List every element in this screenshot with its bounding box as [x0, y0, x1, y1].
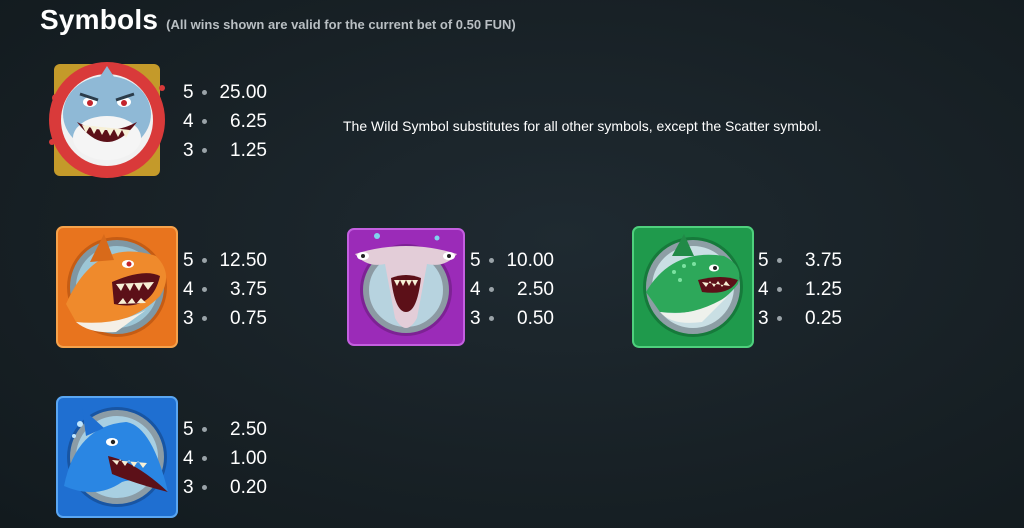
payout-count: 4 — [183, 279, 194, 300]
payout-count: 4 — [470, 279, 481, 300]
bullet-dot — [202, 316, 207, 321]
payout-value: 0.75 — [230, 308, 267, 329]
payout-row: 3 0.25 — [758, 304, 842, 333]
bullet-dot — [489, 258, 494, 263]
payout-table: 5 3.75 4 1.25 3 0.25 — [758, 246, 842, 333]
payout-value: 10.00 — [506, 250, 554, 271]
payout-value: 1.25 — [805, 279, 842, 300]
bet-info-subtitle: (All wins shown are valid for the curren… — [166, 17, 516, 32]
payout-value: 1.25 — [230, 140, 267, 161]
payout-count: 3 — [183, 477, 194, 498]
bullet-dot — [202, 258, 207, 263]
payout-count: 3 — [758, 308, 769, 329]
payout-table: 5 12.50 4 3.75 3 0.75 — [183, 246, 267, 333]
bullet-dot — [202, 287, 207, 292]
payout-table: 5 25.00 4 6.25 3 1.25 — [183, 78, 267, 165]
payout-count: 4 — [183, 448, 194, 469]
bullet-dot — [202, 119, 207, 124]
bullet-dot — [202, 485, 207, 490]
bullet-dot — [202, 456, 207, 461]
wild-shark-icon — [44, 58, 170, 182]
payout-row: 4 6.25 — [183, 107, 267, 136]
payout-table: 5 10.00 4 2.50 3 0.50 — [470, 246, 554, 333]
purple-hammerhead-icon — [347, 228, 465, 346]
paytable-header: Symbols (All wins shown are valid for th… — [40, 4, 516, 36]
payout-row: 5 10.00 — [470, 246, 554, 275]
payout-value: 25.00 — [219, 82, 267, 103]
payout-value: 1.00 — [230, 448, 267, 469]
bullet-dot — [777, 287, 782, 292]
payout-row: 3 0.20 — [183, 473, 267, 502]
payout-count: 5 — [470, 250, 481, 271]
payout-row: 5 3.75 — [758, 246, 842, 275]
payout-row: 4 3.75 — [183, 275, 267, 304]
payout-count: 3 — [183, 140, 194, 161]
payout-value: 0.50 — [517, 308, 554, 329]
payout-count: 3 — [183, 308, 194, 329]
payout-row: 3 1.25 — [183, 136, 267, 165]
payout-table: 5 2.50 4 1.00 3 0.20 — [183, 415, 267, 502]
green-shark-icon — [632, 226, 754, 348]
payout-row: 5 2.50 — [183, 415, 267, 444]
payout-count: 4 — [758, 279, 769, 300]
orange-shark-icon — [56, 226, 178, 348]
payout-row: 5 12.50 — [183, 246, 267, 275]
payout-row: 4 2.50 — [470, 275, 554, 304]
payout-row: 3 0.75 — [183, 304, 267, 333]
payout-value: 6.25 — [230, 111, 267, 132]
payout-value: 3.75 — [230, 279, 267, 300]
payout-count: 3 — [470, 308, 481, 329]
payout-value: 2.50 — [230, 419, 267, 440]
payout-value: 0.20 — [230, 477, 267, 498]
payout-row: 3 0.50 — [470, 304, 554, 333]
payout-value: 12.50 — [219, 250, 267, 271]
bullet-dot — [202, 90, 207, 95]
blue-shark-icon — [56, 396, 178, 518]
payout-row: 4 1.00 — [183, 444, 267, 473]
bullet-dot — [202, 148, 207, 153]
payout-value: 3.75 — [805, 250, 842, 271]
bullet-dot — [777, 316, 782, 321]
payout-row: 5 25.00 — [183, 78, 267, 107]
payout-value: 2.50 — [517, 279, 554, 300]
bullet-dot — [489, 316, 494, 321]
payout-count: 5 — [183, 250, 194, 271]
bullet-dot — [489, 287, 494, 292]
bullet-dot — [777, 258, 782, 263]
payout-row: 4 1.25 — [758, 275, 842, 304]
page-title: Symbols — [40, 4, 159, 35]
payout-value: 0.25 — [805, 308, 842, 329]
payout-count: 5 — [758, 250, 769, 271]
payout-count: 5 — [183, 419, 194, 440]
bullet-dot — [202, 427, 207, 432]
payout-count: 4 — [183, 111, 194, 132]
payout-count: 5 — [183, 82, 194, 103]
wild-symbol-note: The Wild Symbol substitutes for all othe… — [343, 118, 822, 134]
